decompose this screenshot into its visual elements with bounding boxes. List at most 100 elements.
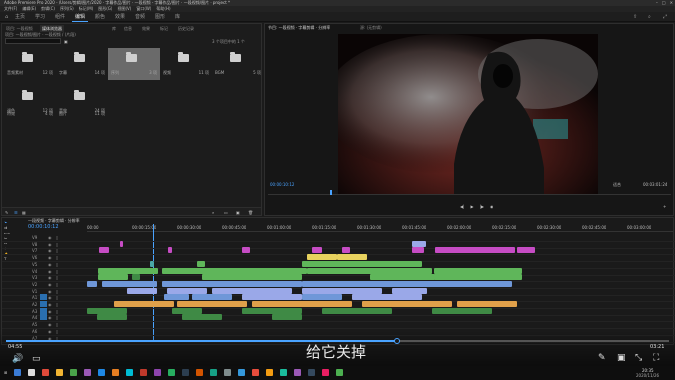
tab-home[interactable]: 主页 (12, 13, 28, 21)
tab-learn[interactable]: 学习 (32, 13, 48, 21)
timeline-clip[interactable] (352, 294, 422, 301)
timeline-clip[interactable] (370, 274, 435, 281)
timeline-clip[interactable] (150, 260, 154, 267)
timeline-clip[interactable] (202, 274, 302, 281)
lock-icon[interactable]: ▯ (56, 248, 58, 253)
timeline-clip[interactable] (412, 247, 424, 254)
timeline-clip[interactable] (99, 247, 109, 254)
taskbar-app-icon[interactable] (336, 369, 343, 376)
menu-markers[interactable]: 标记(M) (79, 6, 94, 11)
lock-icon[interactable]: ▯ (56, 282, 58, 287)
tab-info[interactable]: 信息 (122, 25, 134, 32)
fit-dropdown[interactable]: 适合 (613, 182, 621, 187)
timeline-clip[interactable] (87, 280, 97, 287)
lock-icon[interactable]: ▯ (56, 255, 58, 260)
menu-edit[interactable]: 编辑(E) (22, 6, 36, 11)
menu-help[interactable]: 帮助(H) (156, 6, 170, 11)
timeline-clip[interactable] (177, 301, 247, 307)
timeline-clip[interactable] (120, 240, 123, 247)
lock-icon[interactable]: ▯ (56, 322, 58, 327)
mute-icon[interactable]: ◉ (48, 309, 52, 314)
tab-editing[interactable]: 编辑 (72, 13, 89, 22)
timeline-clip[interactable] (242, 307, 302, 314)
tab-graphics[interactable]: 图形 (152, 13, 168, 21)
volume-icon[interactable]: 🔊 (12, 354, 23, 364)
timeline-clip[interactable] (434, 267, 522, 274)
taskbar-app-icon[interactable] (140, 369, 147, 376)
timeline-clip[interactable] (168, 247, 172, 254)
new-bin-icon[interactable]: ▭ (224, 210, 228, 215)
timeline-clip[interactable] (197, 260, 205, 267)
timeline-clip[interactable] (434, 274, 522, 281)
taskbar-app-icon[interactable] (112, 369, 119, 376)
player-progress-track[interactable] (6, 338, 669, 344)
timeline-clip[interactable] (392, 287, 427, 294)
icon-view-icon[interactable]: ▦ (22, 210, 26, 215)
search-icon[interactable]: ⌕ (645, 13, 654, 21)
eye-icon[interactable]: ◉ (48, 242, 52, 247)
menu-sequence[interactable]: 序列(S) (60, 6, 74, 11)
time-ruler[interactable]: 00:00 00:00:15:00 00:00:30:00 00:00:45:0… (87, 224, 673, 232)
tab-audio[interactable]: 音频 (132, 13, 148, 21)
maximize-panel-icon[interactable]: ⤢ (660, 13, 670, 21)
taskbar-app-icon[interactable] (196, 369, 203, 376)
taskbar-app-icon[interactable] (28, 369, 35, 376)
list-view-icon[interactable]: ☰ (14, 210, 18, 215)
timeline-clip[interactable] (307, 254, 337, 261)
taskbar-app-icon[interactable] (308, 369, 315, 376)
timeline-clip[interactable] (212, 287, 292, 294)
taskbar-app-icon[interactable] (42, 369, 49, 376)
track-target-toggle[interactable] (40, 294, 47, 301)
bin-item[interactable]: 图片 11 项 (56, 109, 108, 137)
tab-markers[interactable]: 标记 (158, 25, 170, 32)
taskbar-app-icon[interactable] (266, 369, 273, 376)
timeline-clip[interactable] (457, 301, 517, 307)
timeline-clip[interactable] (362, 301, 452, 307)
export-frame-icon[interactable]: ◉ (490, 204, 494, 209)
tab-libraries[interactable]: 库 (172, 13, 183, 21)
taskbar-app-icon[interactable] (182, 369, 189, 376)
bin-icon[interactable]: ▣ (64, 39, 68, 44)
timeline-clip[interactable] (302, 294, 342, 301)
timeline-clip[interactable] (307, 267, 432, 274)
timeline-clip[interactable] (302, 280, 512, 287)
taskbar-app-icon[interactable] (168, 369, 175, 376)
bin-item[interactable]: 音频素材 12 项 (4, 48, 56, 80)
timeline-clip[interactable] (312, 247, 322, 254)
timeline-clip[interactable] (97, 314, 127, 321)
timeline-clip[interactable] (162, 280, 302, 287)
danmaku-icon[interactable]: ▭ (32, 354, 41, 364)
timeline-clip[interactable] (98, 267, 158, 274)
timeline-clip[interactable] (98, 274, 128, 281)
taskbar-app-icon[interactable] (14, 369, 21, 376)
taskbar-app-icon[interactable] (252, 369, 259, 376)
eye-icon[interactable]: ◉ (48, 262, 52, 267)
timeline-clip[interactable] (167, 287, 207, 294)
timeline-clip[interactable] (302, 287, 382, 294)
timeline-clip[interactable] (272, 314, 302, 321)
lock-icon[interactable]: ▯ (56, 275, 58, 280)
eye-icon[interactable]: ◉ (48, 275, 52, 280)
timeline-clip[interactable] (87, 307, 127, 314)
tab-project-source[interactable]: 项目: 一段视频 (4, 25, 35, 32)
monitor-playhead[interactable] (330, 190, 332, 195)
bin-item[interactable]: 字幕 14 项 (56, 48, 108, 80)
timeline-clip[interactable] (337, 254, 367, 261)
tab-effects-panel[interactable]: 效果 (140, 25, 152, 32)
taskbar-app-icon[interactable] (238, 369, 245, 376)
taskbar-app-icon[interactable] (84, 369, 91, 376)
bin-item[interactable]: BGM 5 项 (212, 48, 264, 80)
taskbar-app-icon[interactable] (280, 369, 287, 376)
timeline-clip[interactable] (517, 247, 535, 254)
eye-icon[interactable]: ◉ (48, 269, 52, 274)
taskbar-app-icon[interactable] (126, 369, 133, 376)
taskbar-app-icon[interactable] (70, 369, 77, 376)
tab-effects[interactable]: 效果 (112, 13, 128, 21)
lock-icon[interactable]: ▯ (56, 302, 58, 307)
pencil-icon[interactable]: ✎ (5, 210, 8, 215)
tab-color[interactable]: 颜色 (92, 13, 108, 21)
pencil-icon[interactable]: ✎ (598, 353, 606, 363)
trash-icon[interactable]: 🗑 (248, 210, 253, 215)
search-input[interactable] (5, 38, 61, 44)
timeline-clip[interactable] (322, 307, 392, 314)
